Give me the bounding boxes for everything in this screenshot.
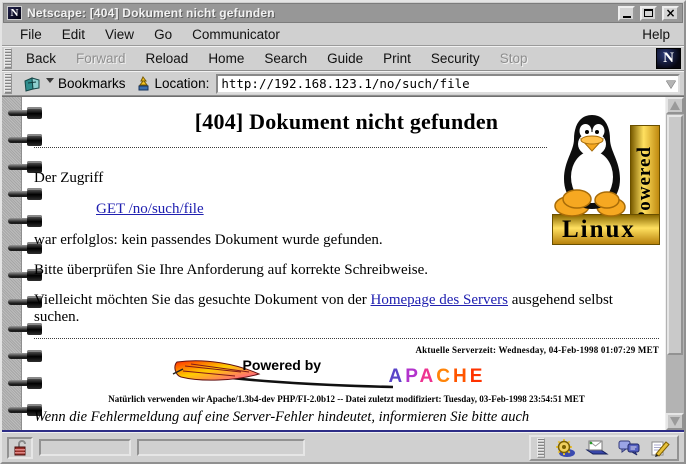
request-link[interactable]: GET /no/such/file xyxy=(96,201,204,217)
apache-version-note: Natürlich verwenden wir Apache/1.3b4-dev… xyxy=(34,394,659,404)
menu-view[interactable]: View xyxy=(95,25,144,44)
mailbox-icon[interactable] xyxy=(585,438,609,458)
toolbar-button-back[interactable]: Back xyxy=(16,48,66,69)
toolbar-button-search[interactable]: Search xyxy=(254,48,317,69)
linux-label: Linux xyxy=(553,216,636,244)
composer-icon[interactable] xyxy=(649,438,671,458)
progress-panel xyxy=(137,439,305,456)
suggestion-text: Vielleicht möchten Sie das gesuchte Doku… xyxy=(34,292,659,326)
apache-letter: A xyxy=(420,366,437,387)
minimize-button[interactable] xyxy=(618,6,635,21)
scrollbar-thumb[interactable] xyxy=(667,115,683,355)
arrow-up-icon xyxy=(670,101,680,110)
locationbar-grip[interactable] xyxy=(4,73,12,94)
scroll-down-button[interactable] xyxy=(666,413,684,430)
apache-letter: A xyxy=(389,366,406,387)
location-proxy[interactable]: Location: xyxy=(133,75,213,93)
linux-powered-label: Powered xyxy=(634,146,656,223)
netscape-window: N Netscape: [404] Dokument nicht gefunde… xyxy=(0,0,686,464)
status-bar xyxy=(2,432,684,462)
advice-text: Bitte überprüfen Sie Ihre Anforderung au… xyxy=(34,262,659,279)
window-title: Netscape: [404] Dokument nicht gefunden xyxy=(27,6,613,20)
url-field-wrap xyxy=(216,74,680,94)
menu-file[interactable]: File xyxy=(10,25,52,44)
footer-note: Wenn die Fehlermeldung auf eine Server-F… xyxy=(34,408,659,430)
scroll-up-button[interactable] xyxy=(666,97,684,114)
location-bar: Bookmarks Location: xyxy=(2,71,684,96)
server-time: Aktuelle Serverzeit: Wednesday, 04-Feb-1… xyxy=(34,345,659,355)
menu-go[interactable]: Go xyxy=(144,25,182,44)
location-label: Location: xyxy=(155,76,210,91)
maximize-icon xyxy=(644,9,653,17)
title-bar[interactable]: N Netscape: [404] Dokument nicht gefunde… xyxy=(3,3,683,23)
security-button[interactable] xyxy=(7,437,33,459)
homepage-link[interactable]: Homepage des Servers xyxy=(371,292,508,308)
menu-bar: File Edit View Go Communicator Help xyxy=(2,24,684,46)
menu-edit[interactable]: Edit xyxy=(52,25,95,44)
apache-powered-logo: Powered by APACHE xyxy=(171,358,523,392)
netscape-n-icon: N xyxy=(7,6,22,20)
vertical-scrollbar[interactable] xyxy=(665,97,684,430)
url-dropdown-button[interactable] xyxy=(664,76,678,92)
menu-communicator[interactable]: Communicator xyxy=(182,25,290,44)
toolbar-button-home[interactable]: Home xyxy=(198,48,254,69)
close-icon: × xyxy=(665,8,675,18)
footer-suffix: . Danke. xyxy=(288,428,337,430)
padlock-open-icon xyxy=(12,440,28,456)
apache-letter: P xyxy=(405,366,419,387)
apache-wordmark: APACHE xyxy=(389,366,486,388)
apache-letter: C xyxy=(436,366,453,387)
bookmarks-dropdown-icon xyxy=(46,78,54,83)
linux-powered-logo: Powered Linux xyxy=(552,103,660,245)
suggestion-prefix: Vielleicht möchten Sie das gesuchte Doku… xyxy=(34,292,371,308)
toolbar-button-guide[interactable]: Guide xyxy=(317,48,373,69)
component-bar xyxy=(529,435,679,461)
browser-viewport: [404] Dokument nicht gefunden Der Zugrif… xyxy=(2,96,684,432)
menu-help[interactable]: Help xyxy=(636,25,676,44)
navigation-toolbar: Back Forward Reload Home Search Guide Pr… xyxy=(2,46,684,71)
bookmarks-chip[interactable]: Bookmarks xyxy=(20,75,129,93)
chevron-down-icon xyxy=(666,80,676,88)
bookmark-icon xyxy=(23,76,44,92)
url-input[interactable] xyxy=(218,77,664,91)
netscape-throbber-icon[interactable]: N xyxy=(656,48,681,69)
toolbar-button-forward[interactable]: Forward xyxy=(66,48,136,69)
maximize-button[interactable] xyxy=(640,6,657,21)
toolbar-button-reload[interactable]: Reload xyxy=(136,48,199,69)
tux-penguin-icon xyxy=(554,111,630,217)
spiral-binding xyxy=(2,97,22,430)
powered-by-label: Powered by xyxy=(243,357,322,373)
navigator-wheel-icon[interactable] xyxy=(554,438,576,458)
webmaster-link[interactable]: KwaamReo.dialup.mch.sni.de's Web-Master xyxy=(34,428,288,430)
footer-prefix: Wenn die Fehlermeldung auf eine Server-F… xyxy=(34,409,529,425)
toolbar-button-stop[interactable]: Stop xyxy=(490,48,538,69)
apache-letter: E xyxy=(470,366,486,387)
arrow-down-icon xyxy=(670,417,680,426)
bookmarks-label: Bookmarks xyxy=(58,76,126,91)
linux-logo-bottom-bar: Linux xyxy=(552,214,660,245)
component-bar-grip[interactable] xyxy=(537,438,545,458)
minimize-icon xyxy=(623,16,631,18)
close-button[interactable]: × xyxy=(662,6,679,21)
apache-letter: H xyxy=(453,366,470,387)
divider xyxy=(34,338,659,339)
toolbar-button-print[interactable]: Print xyxy=(373,48,421,69)
toolbar-grip[interactable] xyxy=(4,48,12,69)
discussions-icon[interactable] xyxy=(618,438,640,458)
status-panel xyxy=(39,439,131,456)
toolbar-button-security[interactable]: Security xyxy=(421,48,490,69)
divider xyxy=(34,147,547,148)
location-icon xyxy=(136,76,151,92)
